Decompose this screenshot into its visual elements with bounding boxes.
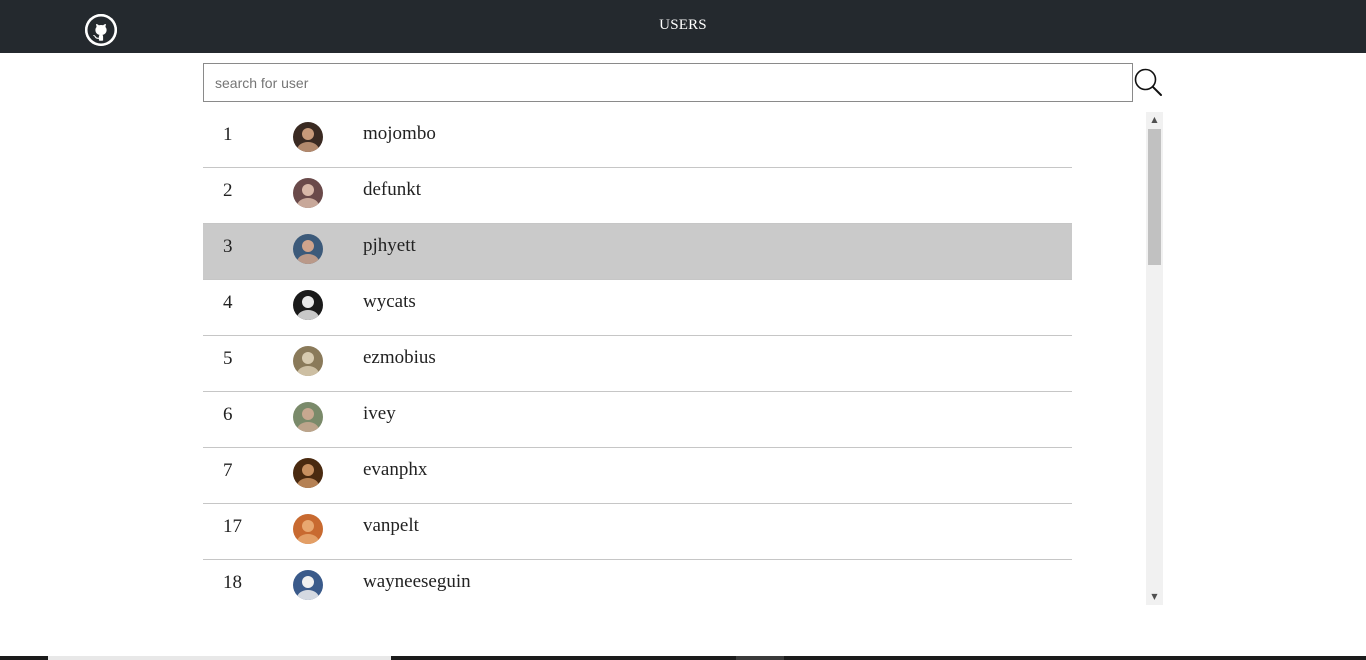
user-row[interactable]: 1 mojombo (203, 112, 1072, 168)
user-id: 6 (223, 404, 233, 425)
search-button[interactable] (1133, 67, 1163, 97)
avatar (293, 122, 323, 152)
user-id: 4 (223, 292, 233, 313)
user-login: defunkt (363, 179, 422, 200)
user-login: mojombo (363, 123, 436, 144)
user-id: 7 (223, 460, 233, 481)
user-id: 2 (223, 180, 233, 201)
bottom-taskbar-strip (0, 656, 1366, 660)
user-id: 17 (223, 516, 242, 537)
avatar (293, 234, 323, 264)
search-input[interactable] (203, 63, 1133, 102)
avatar (293, 458, 323, 488)
avatar (293, 402, 323, 432)
list-scrollbar[interactable]: ▲ ▼ (1146, 112, 1163, 605)
search-icon (1134, 68, 1162, 96)
user-list-container: 1 mojombo 2 defunkt 3 pjhyett 4 wycats 5 ezmobius… (203, 112, 1163, 605)
user-row[interactable]: 6 ivey (203, 392, 1072, 448)
user-login: pjhyett (363, 235, 416, 256)
user-list: 1 mojombo 2 defunkt 3 pjhyett 4 wycats 5 ezmobius… (203, 112, 1072, 605)
user-row[interactable]: 7 evanphx (203, 448, 1072, 504)
taskbar-segment (48, 656, 391, 660)
avatar (293, 346, 323, 376)
user-login: ivey (363, 403, 396, 424)
scrollbar-thumb[interactable] (1148, 129, 1161, 265)
avatar (293, 514, 323, 544)
user-row[interactable]: 2 defunkt (203, 168, 1072, 224)
avatar (293, 178, 323, 208)
user-row[interactable]: 3 pjhyett (203, 224, 1072, 280)
user-row[interactable]: 5 ezmobius (203, 336, 1072, 392)
scroll-down-arrow-icon[interactable]: ▼ (1146, 589, 1163, 605)
user-login: wayneeseguin (363, 571, 471, 592)
scroll-up-arrow-icon[interactable]: ▲ (1146, 112, 1163, 128)
user-id: 3 (223, 236, 233, 257)
user-id: 18 (223, 572, 242, 593)
avatar (293, 570, 323, 600)
page-title: USERS (659, 17, 707, 33)
user-login: vanpelt (363, 515, 419, 536)
taskbar-segment (736, 656, 784, 660)
user-row[interactable]: 4 wycats (203, 280, 1072, 336)
user-id: 5 (223, 348, 233, 369)
user-login: ezmobius (363, 347, 436, 368)
user-row[interactable]: 18 wayneeseguin (203, 560, 1072, 605)
user-login: evanphx (363, 459, 428, 480)
user-login: wycats (363, 291, 416, 312)
top-navbar: USERS (0, 0, 1366, 53)
user-row[interactable]: 17 vanpelt (203, 504, 1072, 560)
avatar (293, 290, 323, 320)
user-id: 1 (223, 124, 233, 145)
